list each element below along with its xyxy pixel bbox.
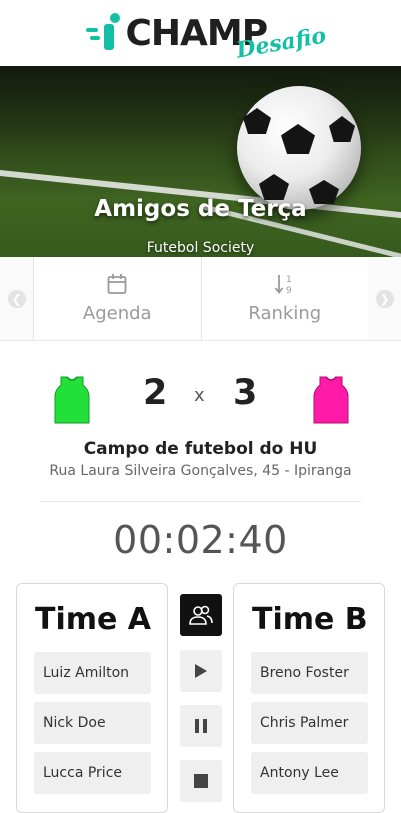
play-button[interactable] [180, 650, 222, 692]
team-a-name: Time A [35, 602, 152, 637]
team-b-player[interactable]: Antony Lee [251, 752, 368, 794]
team-a-card: Time A Luiz Amilton Nick Doe Lucca Price [16, 583, 168, 813]
tab-agenda-label: Agenda [82, 303, 152, 324]
team-b-card: Time B Breno Foster Chris Palmer Antony … [233, 583, 385, 813]
calendar-icon [107, 274, 127, 294]
team-a-player[interactable]: Nick Doe [34, 702, 151, 744]
tabs-next-button[interactable]: ❯ [368, 257, 401, 340]
venue-name: Campo de futebol do HU [83, 439, 318, 459]
svg-text:1: 1 [286, 275, 292, 285]
play-icon [195, 664, 207, 678]
app-header: CHAMP Desafio [0, 0, 401, 66]
group-hero-banner: Amigos de Terça Futebol Society [0, 66, 401, 257]
scoreboard: 2 x 3 [0, 341, 401, 424]
team-b-player[interactable]: Chris Palmer [251, 702, 368, 744]
pause-icon [195, 719, 207, 733]
team-b-score: 3 [233, 373, 258, 413]
tab-ranking[interactable]: 1 9 Ranking [200, 257, 369, 340]
divider [40, 501, 361, 502]
team-a-player[interactable]: Lucca Price [34, 752, 151, 794]
team-a-player[interactable]: Luiz Amilton [34, 652, 151, 694]
venue-address: Rua Laura Silveira Gonçalves, 45 - Ipira… [49, 463, 352, 479]
chevron-right-icon: ❯ [375, 289, 394, 308]
group-subtitle: Futebol Society [146, 240, 255, 256]
tabs-prev-button[interactable]: ❮ [0, 257, 33, 340]
sort-numeric-icon: 1 9 [274, 275, 292, 295]
tab-agenda[interactable]: Agenda [33, 257, 201, 340]
players-icon [189, 605, 213, 625]
score-separator: x [194, 385, 205, 406]
stop-icon [194, 774, 208, 788]
soccer-ball-image [237, 86, 361, 210]
players-button[interactable] [180, 594, 222, 636]
team-b-name: Time B [252, 602, 368, 637]
match-timer: 00:02:40 [113, 518, 288, 562]
tab-ranking-label: Ranking [248, 303, 322, 324]
champ-logo: CHAMP Desafio [85, 8, 327, 64]
stop-button[interactable] [180, 760, 222, 802]
team-a-score: 2 [143, 373, 168, 413]
tab-bar: ❮ Agenda 1 9 Ranking ❯ [0, 257, 401, 341]
team-a-jersey-icon [54, 376, 90, 424]
svg-text:9: 9 [286, 286, 292, 295]
pause-button[interactable] [180, 705, 222, 747]
group-title: Amigos de Terça [94, 196, 307, 222]
team-b-jersey-icon [313, 376, 349, 424]
team-b-player[interactable]: Breno Foster [251, 652, 368, 694]
chevron-left-icon: ❮ [7, 289, 26, 308]
